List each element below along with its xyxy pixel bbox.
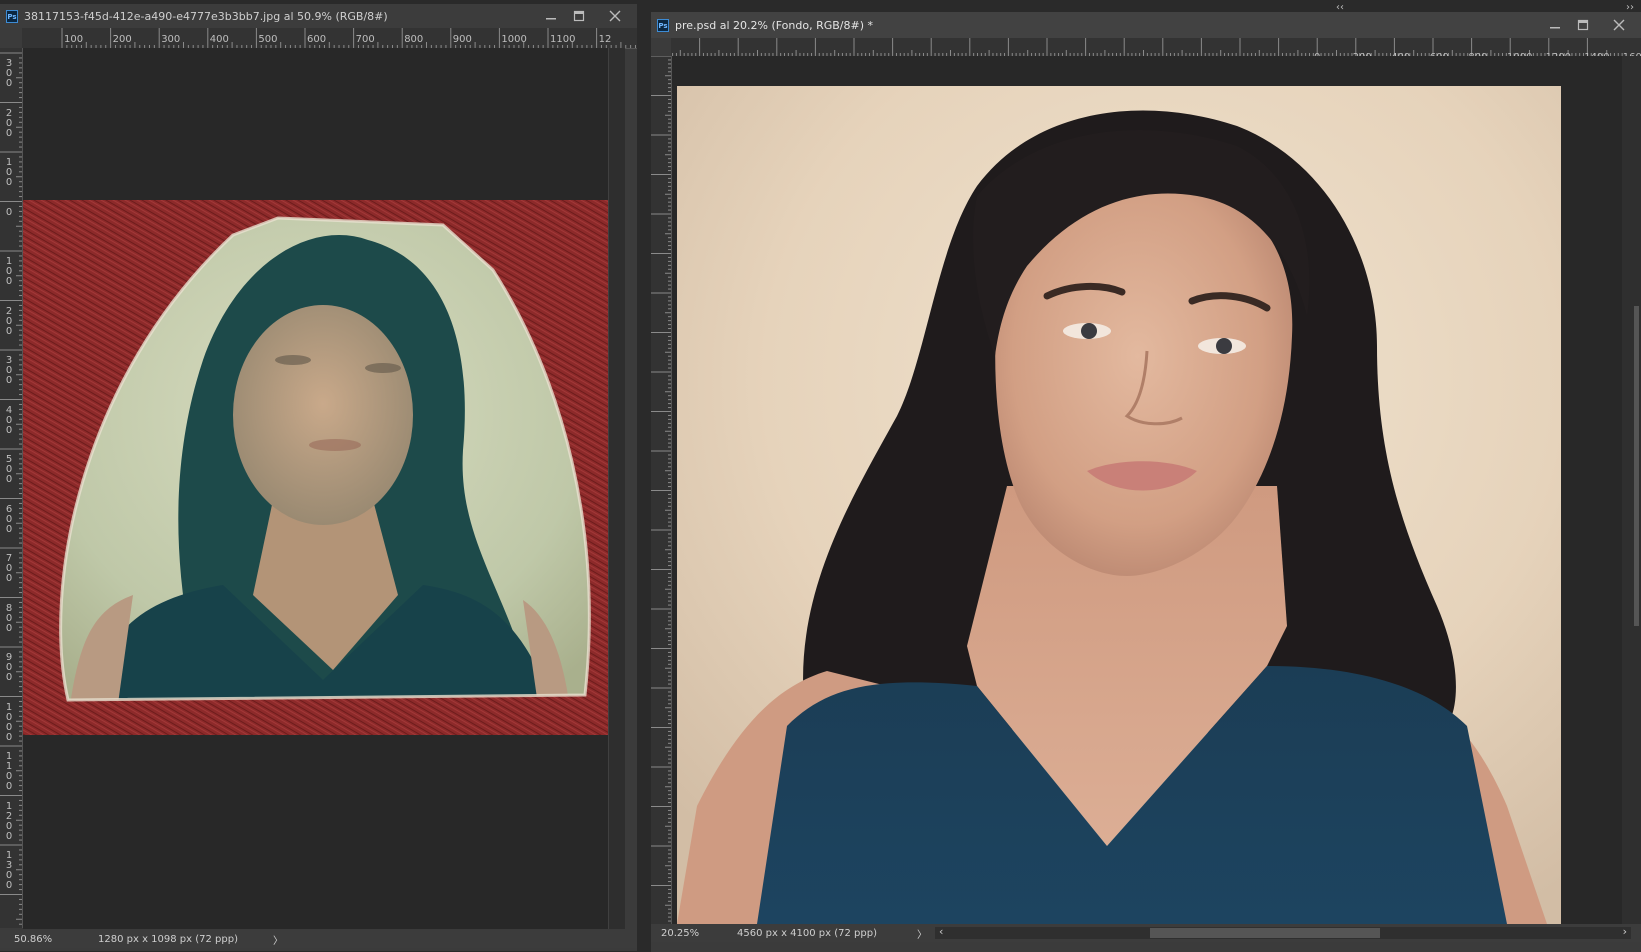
scroll-right-arrow-icon[interactable]: › bbox=[1623, 925, 1627, 938]
ruler-vertical[interactable] bbox=[651, 56, 672, 924]
horizontal-scroll-thumb[interactable] bbox=[1150, 928, 1380, 938]
ruler-label: 4 0 0 bbox=[5, 404, 13, 436]
document-window-left: Ps 38117153-f45d-412e-a490-e4777e3b3bb7.… bbox=[0, 4, 637, 951]
ruler-label: 3 0 0 bbox=[5, 58, 13, 89]
ruler-label: 400 bbox=[209, 34, 229, 45]
ruler-label: 200 bbox=[112, 34, 132, 45]
ruler-label: 8 0 0 bbox=[5, 602, 13, 634]
photoshop-icon: Ps bbox=[657, 18, 669, 32]
ruler-label: 2 0 0 bbox=[5, 107, 13, 139]
document-title: pre.psd al 20.2% (Fondo, RGB/8#) * bbox=[675, 18, 874, 32]
ruler-label: 1 0 0 bbox=[5, 256, 13, 287]
ruler-label: 100 bbox=[64, 34, 84, 45]
ruler-label: 1100 bbox=[550, 34, 576, 45]
vertical-scroll-thumb[interactable] bbox=[1634, 306, 1639, 626]
ruler-label: 0 bbox=[5, 206, 13, 218]
vertical-scrollbar-right[interactable] bbox=[1622, 56, 1641, 924]
canvas-area-right[interactable] bbox=[672, 56, 1622, 924]
ruler-label: 7 0 0 bbox=[5, 553, 13, 584]
ruler-label: 1 0 0 bbox=[5, 157, 13, 188]
document-window-right: Ps pre.psd al 20.2% (Fondo, RGB/8#) * 02… bbox=[651, 12, 1641, 952]
ruler-label: 3 0 0 bbox=[5, 355, 13, 386]
ruler-label: 9 0 0 bbox=[5, 652, 13, 683]
ruler-label: 600 bbox=[307, 34, 327, 45]
document-title: 38117153-f45d-412e-a490-e4777e3b3bb7.jpg… bbox=[24, 9, 388, 23]
vertical-scrollbar-left[interactable] bbox=[608, 48, 625, 929]
horizontal-scrollbar[interactable]: ‹ › bbox=[935, 925, 1631, 939]
close-icon[interactable] bbox=[607, 8, 623, 24]
ruler-label: 1 1 0 0 bbox=[5, 751, 13, 792]
document-tab-left[interactable]: Ps 38117153-f45d-412e-a490-e4777e3b3bb7.… bbox=[0, 4, 637, 28]
ruler-label: 1 2 0 0 bbox=[5, 800, 13, 842]
ruler-label: 1 3 0 0 bbox=[5, 850, 13, 891]
status-menu-arrow-icon[interactable]: 〉 bbox=[917, 926, 927, 941]
status-bar-right: 20.25% 4560 px x 4100 px (72 ppp) 〉 ‹ › bbox=[651, 924, 1641, 942]
status-menu-arrow-icon[interactable]: 〉 bbox=[273, 932, 283, 947]
document-image-left bbox=[23, 200, 608, 735]
ruler-label: 2 0 0 bbox=[5, 305, 13, 337]
minimize-icon[interactable] bbox=[543, 8, 559, 24]
status-bar-left: 50.86% 1280 px x 1098 px (72 ppp) 〉 bbox=[0, 930, 637, 948]
ruler-label: 900 bbox=[452, 34, 472, 45]
maximize-icon[interactable] bbox=[1575, 17, 1591, 33]
document-tab-right[interactable]: Ps pre.psd al 20.2% (Fondo, RGB/8#) * bbox=[651, 12, 1641, 38]
ruler-label: 5 0 0 bbox=[5, 454, 13, 485]
ruler-label: 12 bbox=[598, 34, 612, 45]
ruler-label: 6 0 0 bbox=[5, 503, 13, 535]
document-image-right bbox=[677, 86, 1561, 924]
zoom-level[interactable]: 50.86% bbox=[14, 934, 98, 945]
document-size: 1280 px x 1098 px (72 ppp) bbox=[98, 933, 238, 945]
zoom-level[interactable]: 20.25% bbox=[661, 928, 737, 939]
ruler-label: 1 0 0 0 bbox=[5, 701, 13, 743]
photoshop-icon: Ps bbox=[6, 9, 18, 23]
ruler-label: 800 bbox=[404, 34, 424, 45]
canvas-area-left[interactable] bbox=[23, 48, 608, 929]
ruler-label: 1000 bbox=[501, 34, 527, 45]
ruler-label: 300 bbox=[161, 34, 181, 45]
close-icon[interactable] bbox=[1611, 17, 1627, 33]
ruler-horizontal[interactable] bbox=[671, 38, 1641, 57]
scroll-left-arrow-icon[interactable]: ‹ bbox=[939, 925, 943, 938]
minimize-icon[interactable] bbox=[1547, 17, 1563, 33]
maximize-icon[interactable] bbox=[571, 8, 587, 24]
ruler-label: 700 bbox=[355, 34, 375, 45]
ruler-label: 500 bbox=[258, 34, 278, 45]
document-size: 4560 px x 4100 px (72 ppp) bbox=[737, 927, 877, 939]
document-divider bbox=[637, 0, 643, 952]
